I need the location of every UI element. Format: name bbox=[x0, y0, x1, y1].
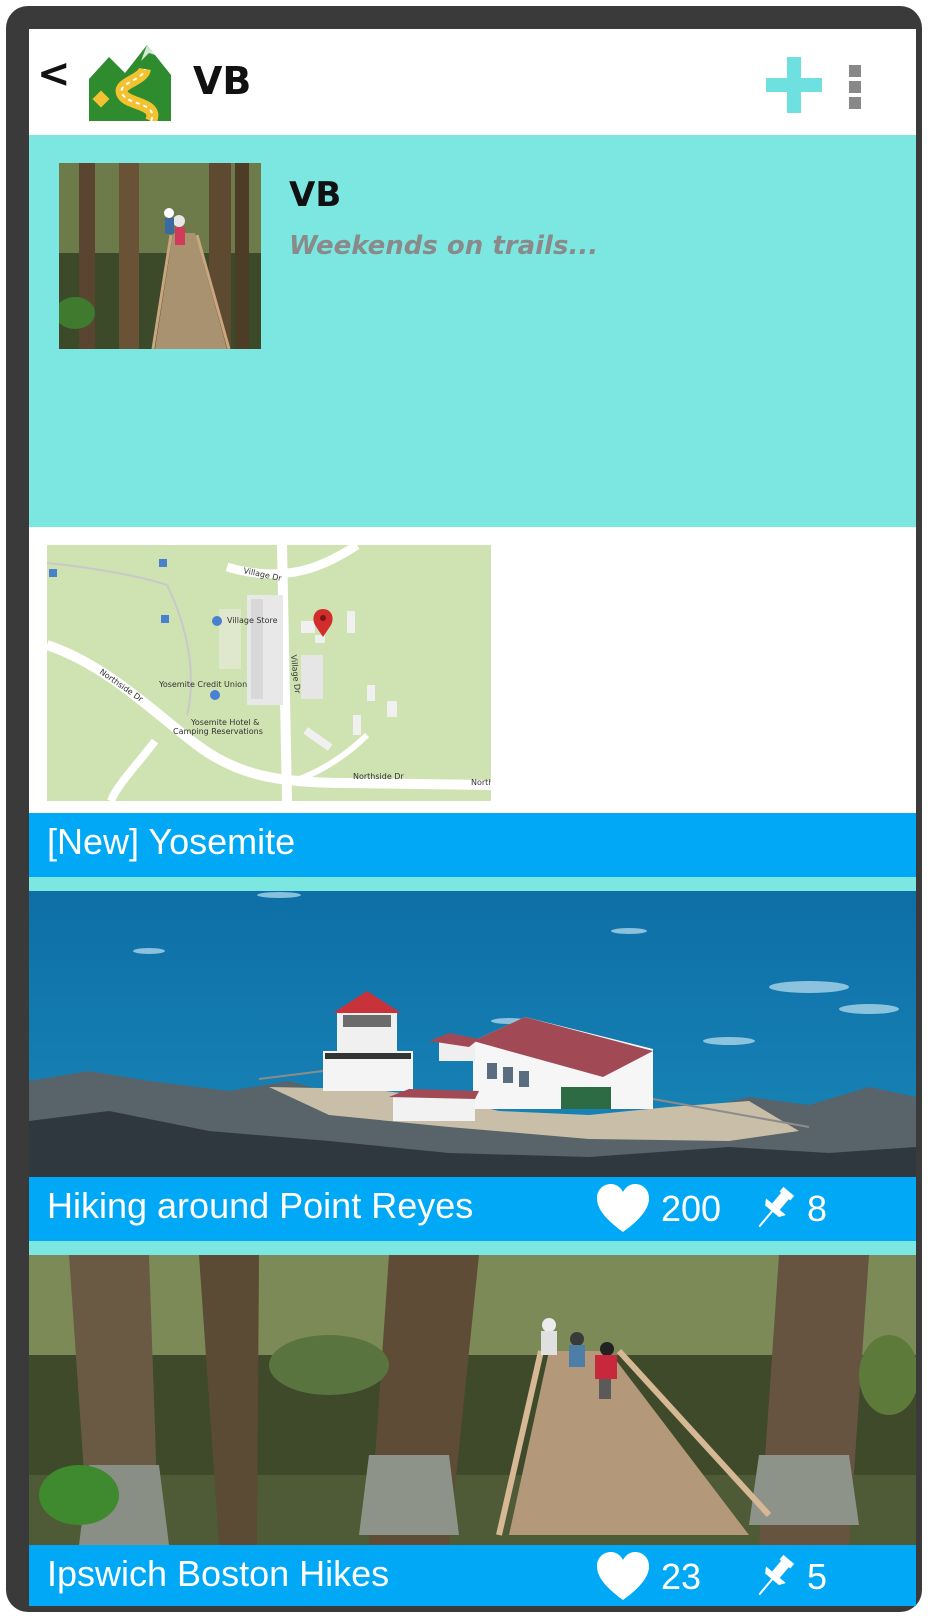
profile-avatar[interactable] bbox=[59, 163, 261, 349]
trip-map[interactable]: Village Store Yosemite Credit Union Yose… bbox=[47, 545, 491, 801]
heart-icon bbox=[597, 1184, 649, 1232]
divider bbox=[29, 877, 916, 891]
pin-count[interactable]: 8 bbox=[749, 1181, 827, 1237]
map-label: North bbox=[471, 778, 491, 787]
back-button[interactable]: < bbox=[37, 51, 71, 97]
profile-name: VB bbox=[289, 175, 342, 215]
pushpin-icon bbox=[758, 1186, 795, 1228]
profile-tagline: Weekends on trails... bbox=[289, 231, 599, 261]
heart-icon bbox=[597, 1552, 649, 1600]
trip-title-bar[interactable]: [New] Yosemite bbox=[29, 813, 916, 877]
device-frame: < VB VB Weekends on trails... Village St… bbox=[6, 6, 922, 1612]
like-count[interactable]: 23 bbox=[597, 1549, 701, 1605]
pushpin-icon bbox=[758, 1554, 795, 1596]
like-count-value: 200 bbox=[661, 1188, 722, 1229]
pin-count-value: 5 bbox=[807, 1556, 828, 1597]
pin-count-value: 8 bbox=[807, 1188, 828, 1229]
map-label: Yosemite Hotel & bbox=[190, 718, 259, 727]
profile-header: VB Weekends on trails... bbox=[29, 135, 916, 527]
map-label: Village Store bbox=[227, 616, 278, 625]
pin-count[interactable]: 5 bbox=[749, 1549, 827, 1605]
top-bar: < VB bbox=[29, 29, 916, 135]
map-label: Yosemite Credit Union bbox=[158, 680, 247, 689]
trip-title: Ipswich Boston Hikes bbox=[47, 1553, 390, 1594]
trip-photo[interactable] bbox=[29, 1255, 916, 1545]
divider bbox=[29, 1241, 916, 1255]
app-screen: < VB VB Weekends on trails... Village St… bbox=[29, 29, 916, 1606]
trip-photo[interactable] bbox=[29, 891, 916, 1177]
page-title: VB bbox=[193, 59, 252, 103]
trip-title-bar[interactable]: Hiking around Point Reyes 200 8 bbox=[29, 1177, 916, 1241]
trail-road-logo-icon bbox=[89, 45, 171, 121]
kebab-menu-icon[interactable] bbox=[849, 65, 863, 111]
add-button[interactable] bbox=[766, 57, 822, 113]
trip-title: [New] Yosemite bbox=[47, 821, 296, 862]
like-count[interactable]: 200 bbox=[597, 1181, 721, 1237]
trip-title: Hiking around Point Reyes bbox=[47, 1185, 474, 1226]
like-count-value: 23 bbox=[661, 1556, 702, 1597]
map-label: Northside Dr bbox=[353, 772, 404, 781]
map-label: Camping Reservations bbox=[173, 727, 263, 736]
trip-title-bar[interactable]: Ipswich Boston Hikes 23 5 bbox=[29, 1545, 916, 1606]
